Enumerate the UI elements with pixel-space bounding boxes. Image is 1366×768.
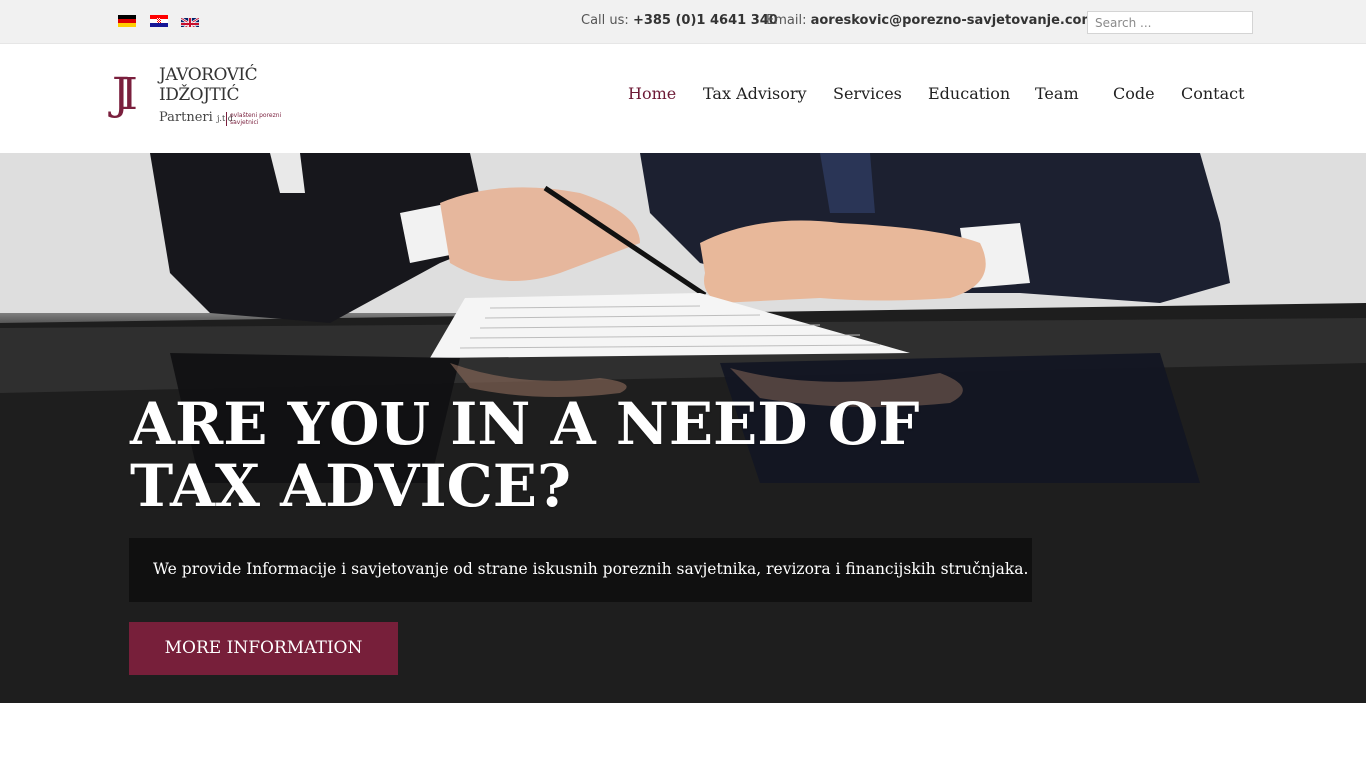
hero-heading-line2: TAX ADVICE?: [130, 452, 571, 520]
email-info: Email: aoreskovic@porezno-savjetovanje.c…: [766, 13, 1116, 28]
logo-subtitle: ovlašteni porezni savjetnici: [226, 112, 284, 126]
site-header: JI JAVOROVIĆ IDŽOJTIĆ Partneri j.t.d. ov…: [0, 44, 1366, 153]
hero-description: We provide Informacije i savjetovanje od…: [153, 560, 1029, 578]
nav-code[interactable]: Code: [1113, 84, 1155, 103]
nav-team[interactable]: Team: [1035, 84, 1079, 103]
hero-heading: ARE YOU IN A NEED OF TAX ADVICE?: [130, 393, 919, 517]
logo-name-line1: JAVOROVIĆ: [159, 65, 258, 85]
nav-tax-advisory[interactable]: Tax Advisory: [703, 84, 807, 103]
more-information-button[interactable]: MORE INFORMATION: [129, 622, 398, 675]
phone-info: Call us: +385 (0)1 4641 340: [581, 13, 778, 28]
hero-banner: ARE YOU IN A NEED OF TAX ADVICE? We prov…: [0, 153, 1366, 703]
union-jack-graphic: [181, 17, 199, 27]
company-logo[interactable]: JI JAVOROVIĆ IDŽOJTIĆ Partneri j.t.d. ov…: [112, 64, 282, 130]
flag-gb-icon[interactable]: [181, 15, 199, 27]
logo-name-line2: IDŽOJTIĆ: [159, 85, 239, 105]
nav-education[interactable]: Education: [928, 84, 1010, 103]
email-label: Email:: [766, 13, 807, 28]
search-input[interactable]: [1087, 11, 1253, 34]
phone-number[interactable]: +385 (0)1 4641 340: [633, 13, 778, 28]
nav-contact[interactable]: Contact: [1181, 84, 1245, 103]
phone-label: Call us:: [581, 13, 629, 28]
logo-partneri: Partneri: [159, 110, 213, 125]
logo-name-line3: Partneri j.t.d.: [159, 110, 235, 125]
email-address[interactable]: aoreskovic@porezno-savjetovanje.com.hr: [811, 13, 1116, 28]
nav-home[interactable]: Home: [628, 84, 676, 103]
top-bar: Call us: +385 (0)1 4641 340 Email: aores…: [0, 0, 1366, 44]
hero-description-box: We provide Informacije i savjetovanje od…: [129, 538, 1032, 602]
flag-de-icon[interactable]: [118, 15, 136, 27]
nav-services[interactable]: Services: [833, 84, 902, 103]
hero-heading-line1: ARE YOU IN A NEED OF: [130, 390, 920, 458]
logo-monogram: JI: [112, 69, 138, 120]
flag-hr-icon[interactable]: [150, 15, 168, 27]
